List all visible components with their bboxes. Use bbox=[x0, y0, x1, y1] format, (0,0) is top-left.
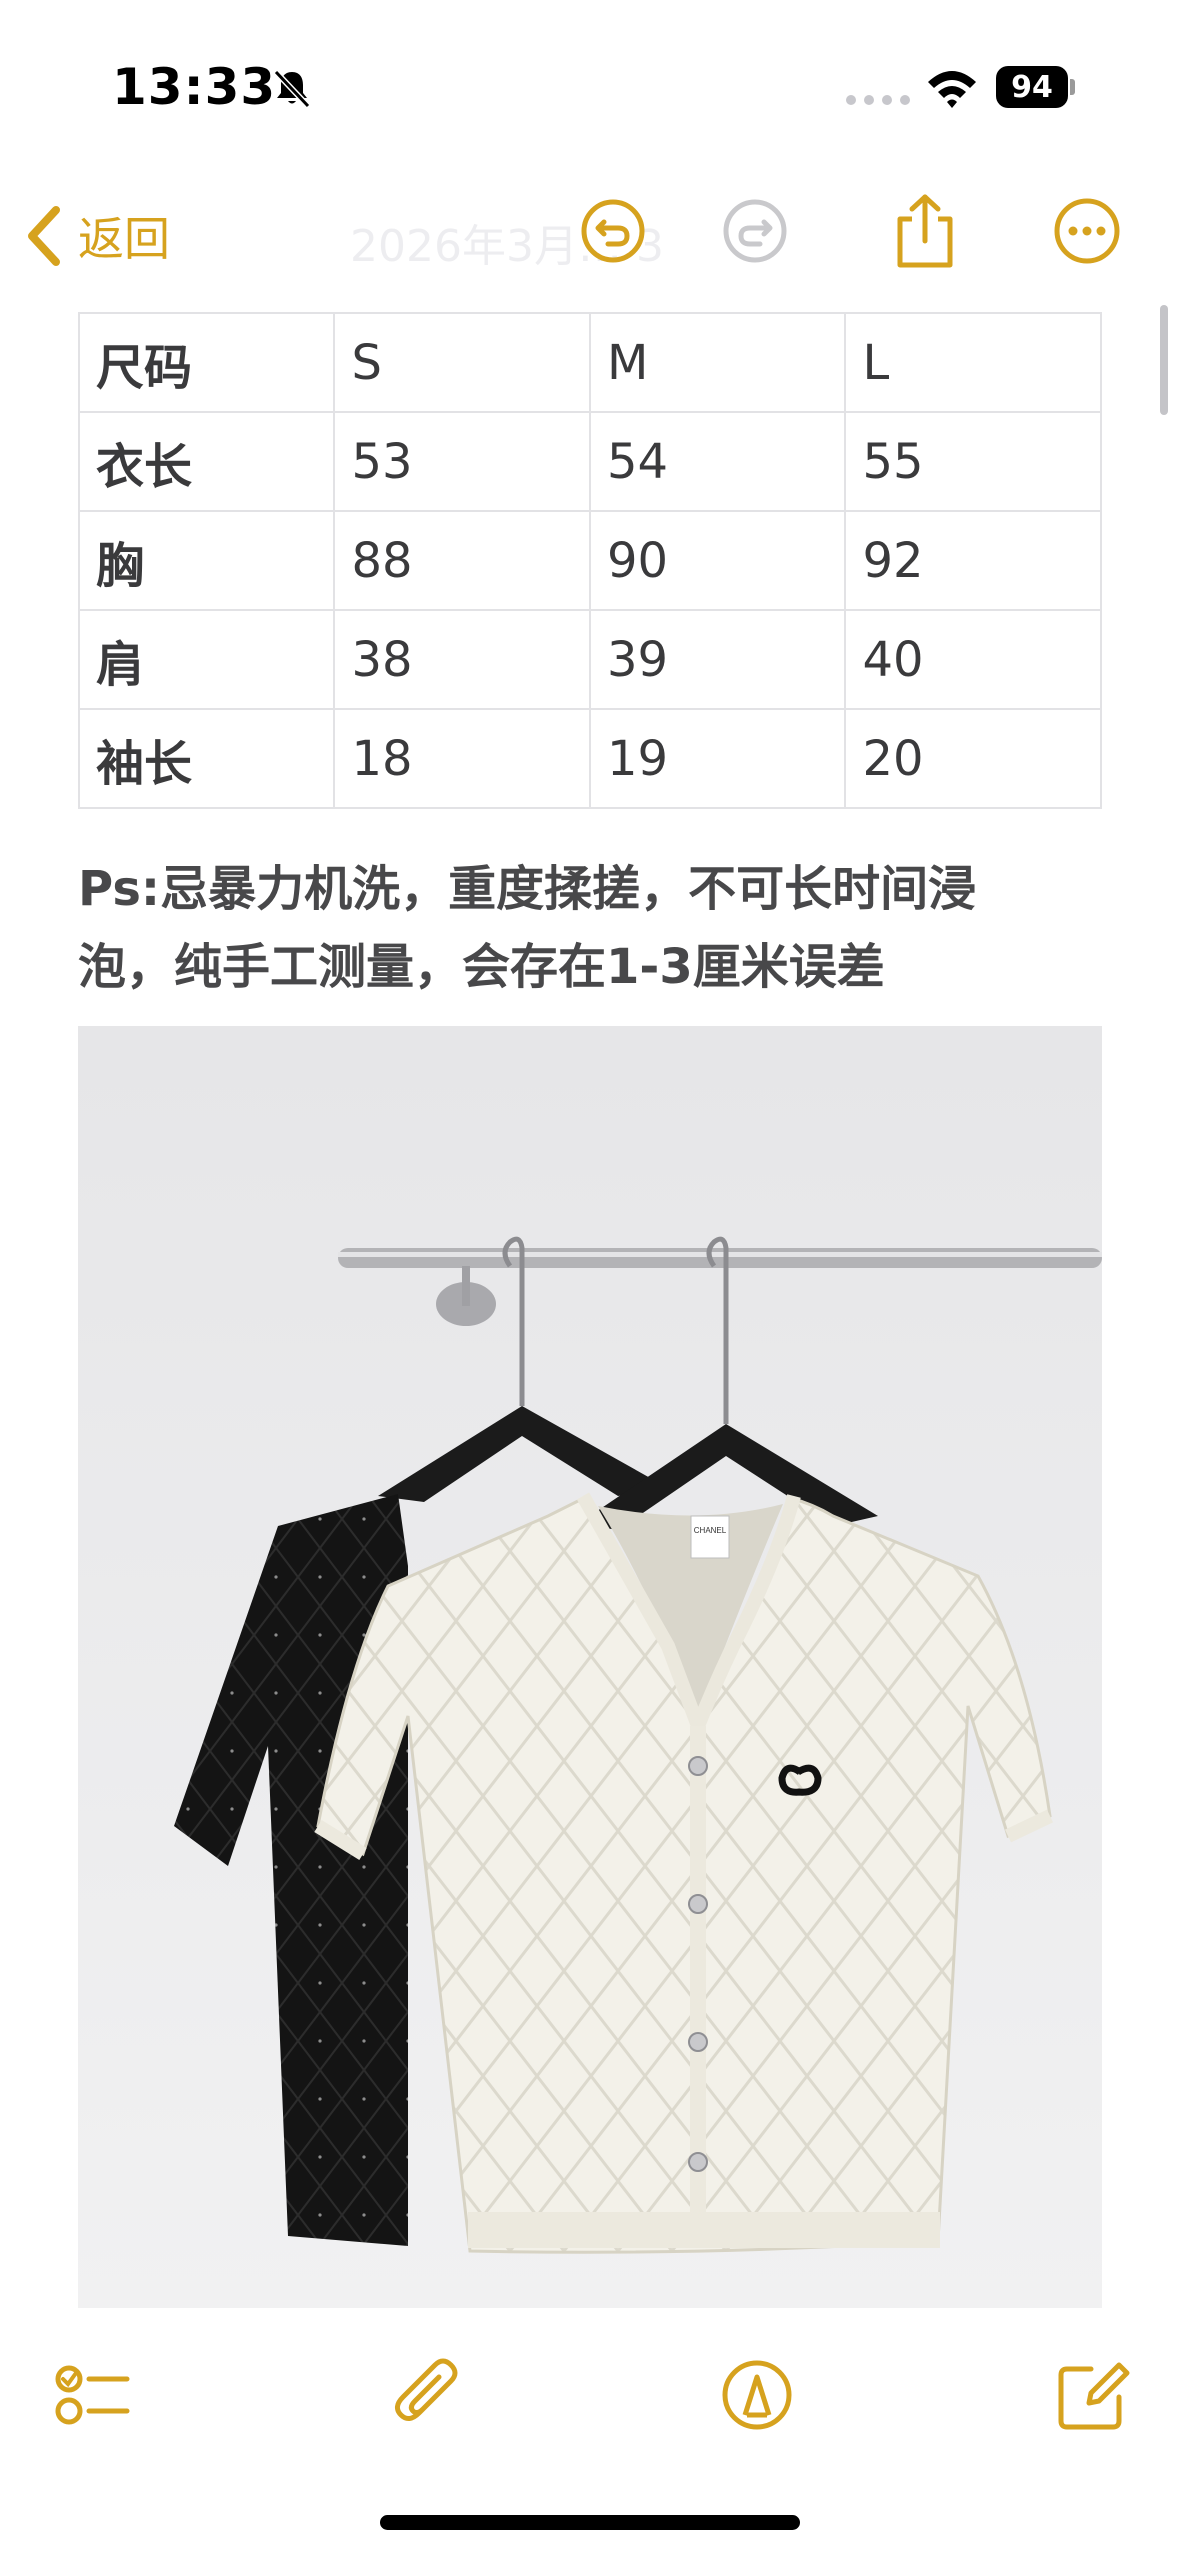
chevron-left-icon bbox=[28, 206, 60, 266]
table-cell: 38 bbox=[333, 609, 591, 710]
table-cell: 40 bbox=[844, 609, 1102, 710]
bottom-toolbar bbox=[0, 2340, 1179, 2450]
checklist-button[interactable] bbox=[48, 2350, 138, 2440]
more-button[interactable] bbox=[1044, 188, 1130, 274]
wifi-icon bbox=[928, 71, 976, 108]
table-cell: 88 bbox=[333, 510, 591, 611]
table-cell: 55 bbox=[844, 411, 1102, 512]
table-cell: 衣长 bbox=[77, 411, 336, 512]
battery-tip bbox=[1070, 79, 1075, 95]
table-cell: 20 bbox=[844, 708, 1102, 809]
attachment-icon bbox=[395, 2358, 458, 2421]
undo-button[interactable] bbox=[570, 188, 656, 274]
product-photo[interactable]: CHANEL bbox=[78, 1026, 1102, 2308]
status-bar: 13:33 94 bbox=[0, 0, 1179, 170]
status-time: 13:33 bbox=[112, 58, 277, 116]
more-icon bbox=[1054, 198, 1120, 264]
table-row: 胸 88 90 92 bbox=[77, 510, 1102, 611]
table-cell: 尺码 bbox=[77, 312, 336, 413]
table-row: 肩 38 39 40 bbox=[77, 609, 1102, 710]
cellular-signal-icon bbox=[846, 95, 910, 105]
undo-icon bbox=[581, 199, 645, 263]
size-table: 尺码 S M L 衣长 53 54 55 胸 88 90 92 肩 38 39 … bbox=[77, 312, 1102, 809]
compose-button[interactable] bbox=[1048, 2350, 1138, 2440]
table-cell: 肩 bbox=[77, 609, 336, 710]
table-cell: 19 bbox=[588, 708, 847, 809]
attachment-button[interactable] bbox=[384, 2350, 474, 2440]
table-cell: 53 bbox=[333, 411, 591, 512]
scroll-indicator[interactable] bbox=[1160, 305, 1168, 415]
table-cell: 18 bbox=[333, 708, 591, 809]
home-indicator[interactable] bbox=[380, 2515, 800, 2530]
table-cell: S bbox=[333, 312, 591, 413]
markup-button[interactable] bbox=[712, 2350, 802, 2440]
table-cell: 胸 bbox=[77, 510, 336, 611]
cardigan-photo-illustration: CHANEL bbox=[78, 1026, 1102, 2308]
table-cell: 袖长 bbox=[77, 708, 336, 809]
bell-muted-icon bbox=[273, 69, 311, 109]
table-cell: M bbox=[588, 312, 847, 413]
battery-level: 94 bbox=[996, 66, 1068, 108]
care-note[interactable]: Ps:忌暴力机洗，重度揉搓，不可长时间浸 泡，纯手工测量，会存在1-3厘米误差 bbox=[78, 850, 1108, 1006]
back-button[interactable]: 返回 bbox=[24, 196, 170, 276]
table-cell: 92 bbox=[844, 510, 1102, 611]
table-cell: 39 bbox=[588, 609, 847, 710]
table-cell: L bbox=[844, 312, 1102, 413]
checklist-icon bbox=[55, 2365, 130, 2425]
table-cell: 54 bbox=[588, 411, 847, 512]
redo-button[interactable] bbox=[712, 188, 798, 274]
back-label: 返回 bbox=[78, 212, 170, 266]
clothing-label-text: CHANEL bbox=[694, 1526, 727, 1535]
share-button[interactable] bbox=[882, 188, 968, 274]
navigation-bar: 返回 2026年3月… 3 bbox=[0, 170, 1179, 300]
table-row: 衣长 53 54 55 bbox=[77, 411, 1102, 512]
share-icon bbox=[897, 194, 953, 268]
table-header-row: 尺码 S M L bbox=[77, 312, 1102, 413]
care-note-line: Ps:忌暴力机洗，重度揉搓，不可长时间浸 bbox=[78, 861, 977, 917]
table-row: 袖长 18 19 20 bbox=[77, 708, 1102, 809]
care-note-line: 泡，纯手工测量，会存在1-3厘米误差 bbox=[78, 939, 885, 995]
battery-indicator: 94 bbox=[996, 66, 1075, 108]
redo-icon bbox=[723, 199, 787, 263]
table-cell: 90 bbox=[588, 510, 847, 611]
markup-icon bbox=[722, 2360, 792, 2430]
note-body: 尺码 S M L 衣长 53 54 55 胸 88 90 92 肩 38 39 … bbox=[77, 312, 1102, 809]
compose-icon bbox=[1058, 2362, 1130, 2430]
